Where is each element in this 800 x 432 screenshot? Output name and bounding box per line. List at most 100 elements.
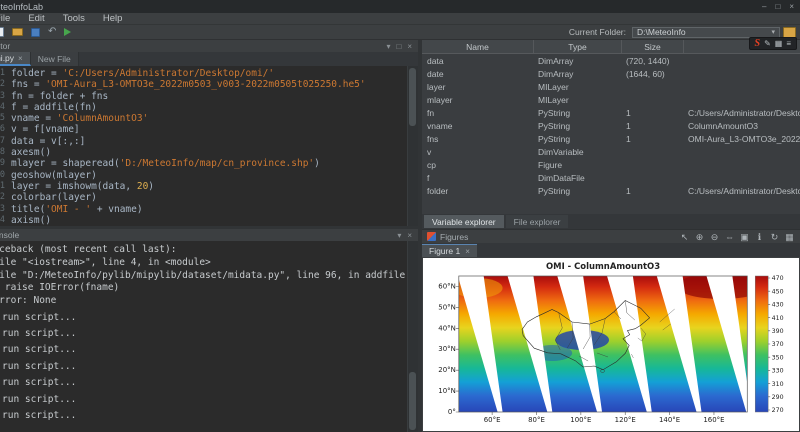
variable-size: 1 — [622, 108, 684, 118]
code-line[interactable]: 3fn = folder + fns — [0, 91, 418, 102]
full-extent-icon[interactable]: ▣ — [739, 231, 750, 243]
editor-tab-omi[interactable]: omi.py × — [0, 52, 31, 66]
editor-scrollbar-thumb[interactable] — [409, 68, 416, 126]
table-row[interactable]: fnsPyString1OMI-Aura_L3-OMTO3e_2022m0503… — [422, 132, 800, 145]
code-line[interactable]: 9mlayer = shaperead('D:/MeteoInfo/map/cn… — [0, 158, 418, 169]
table-row[interactable]: vDimVariable — [422, 145, 800, 158]
ime-logo-icon[interactable]: S — [755, 38, 761, 49]
console-output[interactable]: Traceback (most recent call last): File … — [0, 241, 418, 432]
ime-toolbar[interactable]: S ✎ ▦ ≡ — [749, 37, 798, 50]
editor-tab-newfile[interactable]: New File — [31, 52, 79, 66]
tab-variable-explorer[interactable]: Variable explorer — [424, 215, 504, 228]
column-header-size[interactable]: Size — [622, 40, 684, 53]
menu-tools[interactable]: Tools — [54, 13, 94, 24]
table-row[interactable]: cpFigure — [422, 158, 800, 171]
menu-file[interactable]: File — [0, 13, 19, 24]
code-line[interactable]: 1folder = 'C:/Users/Administrator/Deskto… — [0, 68, 418, 79]
panel-float-icon[interactable]: □ — [396, 42, 401, 51]
code-line[interactable]: 6v = f[vname] — [0, 124, 418, 135]
console-line: IOError: None — [0, 295, 418, 308]
table-row[interactable]: folderPyString1C:/Users/Administrator/De… — [422, 184, 800, 197]
variable-name: fn — [422, 108, 534, 118]
maximize-button[interactable]: □ — [775, 0, 780, 13]
code-line[interactable]: 7data = v[:,:] — [0, 136, 418, 147]
column-header-name[interactable]: Name — [422, 40, 534, 53]
figure-canvas[interactable]: OMI - ColumnAmountO3 — [423, 258, 799, 431]
minimize-button[interactable]: – — [762, 0, 766, 13]
ime-menu-icon[interactable]: ≡ — [786, 38, 791, 49]
x-tick-label: 160°E — [703, 416, 724, 424]
new-script-button[interactable] — [0, 26, 4, 38]
table-row[interactable]: dateDimArray(1644, 60) — [422, 67, 800, 80]
code-text: axesm() — [8, 147, 51, 158]
tab-close-icon[interactable]: × — [465, 247, 470, 256]
editor-scrollbar[interactable] — [407, 66, 418, 226]
current-folder-value: D:\MeteoInfo — [637, 27, 686, 37]
code-line[interactable]: 4f = addfile(fn) — [0, 102, 418, 113]
table-row[interactable]: dataDimArray(720, 1440) — [422, 54, 800, 67]
code-line[interactable]: 12colorbar(layer) — [0, 192, 418, 203]
code-line[interactable]: 8axesm() — [0, 147, 418, 158]
new-script-icon — [0, 27, 4, 37]
y-tick-label: 40°N — [438, 324, 456, 332]
table-row[interactable]: mlayerMILayer — [422, 93, 800, 106]
rotate-icon[interactable]: ↻ — [769, 231, 780, 243]
code-text: layer = imshowm(data, 20) — [8, 181, 154, 192]
code-line[interactable]: 5vname = 'ColumnAmountO3' — [0, 113, 418, 124]
figures-panel: Figures ↖⊕⊖⇔▣ℹ↻▦ Figure 1 × — [422, 230, 800, 432]
ime-pen-icon[interactable]: ✎ — [764, 38, 771, 49]
grid-icon[interactable]: ▦ — [784, 231, 795, 243]
titlebar[interactable]: MeteoInfoLab – □ × — [0, 0, 800, 13]
y-tick-label: 30°N — [438, 345, 456, 353]
code-line[interactable]: 14axism() — [0, 215, 418, 226]
tab-figure-1[interactable]: Figure 1 × — [422, 244, 477, 257]
close-button[interactable]: × — [789, 0, 794, 13]
line-number: 4 — [0, 102, 8, 113]
variable-type: DimArray — [534, 69, 622, 79]
code-line[interactable]: 13title('OMI - ' + vname) — [0, 204, 418, 215]
panel-close-icon[interactable]: × — [407, 231, 412, 240]
code-line[interactable]: 10geoshow(mlayer) — [0, 170, 418, 181]
run-script-button[interactable] — [64, 26, 71, 38]
tab-label: omi.py — [0, 53, 14, 63]
pan-icon[interactable]: ⇔ — [724, 231, 735, 243]
tab-file-explorer[interactable]: File explorer — [506, 215, 569, 228]
line-number: 12 — [0, 192, 8, 203]
variable-size: (1644, 60) — [622, 69, 684, 79]
variable-explorer-panel: Name Type Size dataDimArray(720, 1440)da… — [422, 40, 800, 230]
zoom-out-icon[interactable]: ⊖ — [709, 231, 720, 243]
undo-button[interactable]: ↶ — [48, 26, 56, 38]
variable-name: fns — [422, 134, 534, 144]
variable-type: PyString — [534, 121, 622, 131]
panel-menu-icon[interactable]: ▾ — [386, 42, 390, 51]
open-file-button[interactable] — [12, 26, 23, 38]
table-row[interactable]: layerMILayer — [422, 80, 800, 93]
console-scrollbar-thumb[interactable] — [409, 372, 416, 430]
table-row[interactable]: fDimDataFile — [422, 171, 800, 184]
console-panel: Console ▾ × Traceback (most recent call … — [0, 229, 418, 432]
code-text: folder = 'C:/Users/Administrator/Desktop… — [8, 68, 274, 79]
panel-close-icon[interactable]: × — [407, 42, 412, 51]
menu-help[interactable]: Help — [94, 13, 132, 24]
variable-name: vname — [422, 121, 534, 131]
table-row[interactable]: fnPyString1C:/Users/Administrator/Deskto… — [422, 106, 800, 119]
current-folder-combobox[interactable]: D:\MeteoInfo ▾ — [632, 27, 780, 38]
column-header-type[interactable]: Type — [534, 40, 622, 53]
menubar: File Edit Tools Help — [0, 13, 800, 25]
save-button[interactable] — [31, 26, 40, 38]
x-tick-label: 120°E — [615, 416, 636, 424]
table-row[interactable]: vnamePyString1ColumnAmountO3 — [422, 119, 800, 132]
panel-menu-icon[interactable]: ▾ — [397, 231, 401, 240]
identify-icon[interactable]: ℹ — [754, 231, 765, 243]
cursor-icon[interactable]: ↖ — [679, 231, 690, 243]
zoom-in-icon[interactable]: ⊕ — [694, 231, 705, 243]
ime-keyboard-icon[interactable]: ▦ — [775, 38, 783, 49]
browse-folder-button[interactable] — [783, 27, 796, 38]
tab-close-icon[interactable]: × — [18, 54, 23, 63]
menu-edit[interactable]: Edit — [19, 13, 53, 24]
code-line[interactable]: 2fns = 'OMI-Aura_L3-OMTO3e_2022m0503_v00… — [0, 79, 418, 90]
console-scrollbar[interactable] — [407, 241, 418, 432]
chevron-down-icon[interactable]: ▾ — [771, 28, 775, 36]
code-area[interactable]: 1folder = 'C:/Users/Administrator/Deskto… — [0, 66, 418, 226]
code-line[interactable]: 11layer = imshowm(data, 20) — [0, 181, 418, 192]
